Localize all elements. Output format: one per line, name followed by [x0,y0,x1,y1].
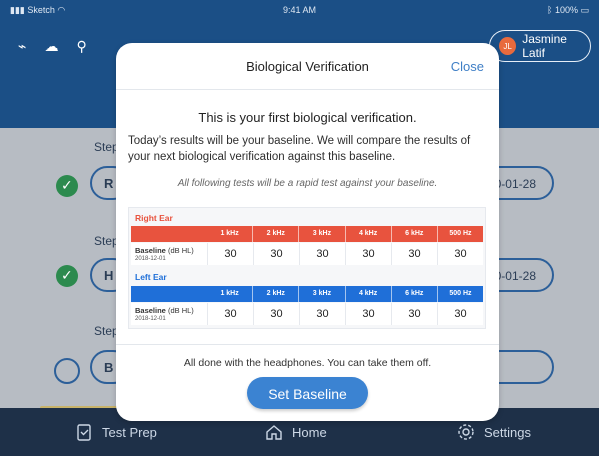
tab-home[interactable]: Home [264,422,327,442]
step-label: Step [94,324,119,338]
baseline-date: 2018-12-01 [135,316,166,322]
clock: 9:41 AM [282,5,317,15]
frequency-header: 3 kHz [298,226,344,242]
network-icon[interactable]: ⚲ [76,38,86,55]
frequency-header: 500 Hz [436,286,483,302]
table-cell: 30 [299,243,345,265]
left-ear-header-spacer [131,286,207,302]
table-cell: 30 [207,243,253,265]
frequency-header: 2 kHz [252,286,298,302]
clipboard-check-icon [77,424,91,441]
table-cell: 30 [391,303,437,325]
avatar: JL [499,37,517,55]
status-bar: ▮▮▮ Sketch ◠ 9:41 AM ᛒ 100% ▭ [0,0,599,20]
table-cell: 30 [437,243,483,265]
table-cell: 30 [299,303,345,325]
frequency-header: 6 kHz [390,226,437,242]
right-ear-label: Right Ear [135,213,173,223]
left-ear-baseline-row: Baseline (dB HL) 2018-12-01 30 30 30 30 … [131,303,483,325]
biological-verification-modal: Biological Verification Close This is yo… [116,43,499,421]
table-cell: 30 [345,303,391,325]
cloud-upload-icon[interactable]: ☁ [44,38,58,55]
modal-header: Biological Verification Close [116,43,499,90]
right-ear-frequency-header: 1 kHz 2 kHz 3 kHz 4 kHz 6 kHz 500 Hz [207,226,483,242]
tab-settings[interactable]: Settings [456,422,531,442]
battery-icon: ▭ [580,5,589,15]
gear-icon [458,424,474,440]
table-cell: 30 [391,243,437,265]
user-profile-button[interactable]: JL Jasmine Latif [489,30,591,62]
modal-title: Biological Verification [246,59,369,74]
step-label: Step [94,140,119,154]
frequency-header: 500 Hz [436,226,483,242]
step-label: Step [94,234,119,248]
bluetooth-icon: ᛒ [547,5,553,15]
frequency-header: 3 kHz [298,286,344,302]
modal-heading: This is your first biological verificati… [198,110,417,125]
frequency-header: 1 kHz [220,230,239,237]
battery-indicator: ᛒ 100% ▭ [547,5,589,15]
left-ear-label: Left Ear [135,272,167,282]
left-ear-frequency-header: 1 kHz 2 kHz 3 kHz 4 kHz 6 kHz 500 Hz [207,286,483,302]
frequency-header: 2 kHz [252,226,298,242]
modal-divider [116,344,499,345]
home-icon [266,425,282,440]
user-name: Jasmine Latif [522,32,567,60]
baseline-values: 30 30 30 30 30 30 [207,243,483,265]
baseline-description: Today’s results will be your baseline. W… [128,135,471,163]
step-pending-icon [54,358,80,384]
table-cell: 30 [437,303,483,325]
tab-test-prep[interactable]: Test Prep [74,422,157,442]
baseline-values: 30 30 30 30 30 30 [207,303,483,325]
rapid-test-note: All following tests will be a rapid test… [177,178,438,189]
right-ear-header-spacer [131,226,207,242]
baseline-date: 2018-12-01 [135,256,166,262]
table-cell: 30 [345,243,391,265]
step-complete-icon [56,175,78,197]
baseline-row-label: Baseline (dB HL) 2018-12-01 [135,306,194,322]
table-cell: 30 [253,303,299,325]
baseline-row-label: Baseline (dB HL) 2018-12-01 [135,246,194,262]
table-cell: 30 [253,243,299,265]
frequency-header: 4 kHz [344,286,391,302]
step-complete-icon [56,265,78,287]
close-button[interactable]: Close [451,59,484,74]
right-ear-baseline-row: Baseline (dB HL) 2018-12-01 30 30 30 30 … [131,243,483,265]
header-toolbar: ⌁ ☁ ⚲ [18,38,87,55]
table-cell: 30 [207,303,253,325]
frequency-header: 6 kHz [390,286,437,302]
headphones-done-message: All done with the headphones. You can ta… [183,357,432,369]
set-baseline-button[interactable]: Set Baseline [247,377,368,409]
wifi-off-icon[interactable]: ⌁ [18,38,26,55]
frequency-header: 1 kHz [220,290,239,297]
hearing-results-tables: Right Ear 1 kHz 2 kHz 3 kHz 4 kHz 6 kHz … [128,207,486,329]
frequency-header: 4 kHz [344,226,391,242]
